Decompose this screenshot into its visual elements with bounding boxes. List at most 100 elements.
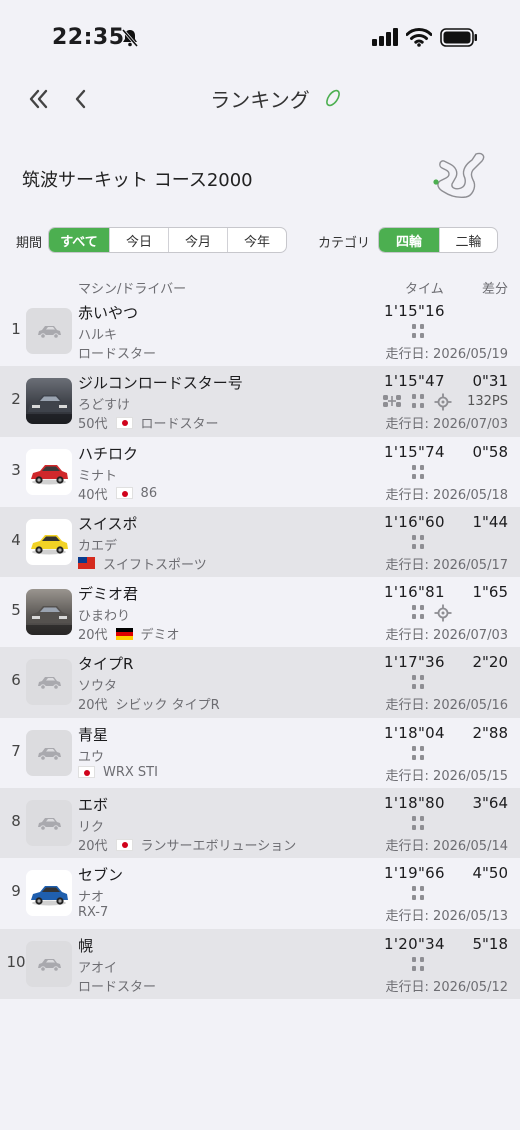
lap-time: 1'18"04 bbox=[384, 723, 445, 742]
machine-meta: 50代 ロードスター bbox=[78, 413, 219, 432]
driver-name: ナオ bbox=[78, 890, 105, 906]
car-model: ロードスター bbox=[140, 417, 219, 433]
car-thumbnail[interactable] bbox=[26, 308, 72, 354]
driver-name: アオイ bbox=[78, 960, 118, 976]
machine-name: ジルコンロードスター号 bbox=[78, 374, 243, 393]
leaf-icon bbox=[326, 89, 340, 107]
navigation-bar: ランキング bbox=[0, 70, 520, 130]
run-date: 走行日: 2026/05/19 bbox=[385, 347, 508, 362]
cellular-signal-icon bbox=[372, 28, 398, 46]
driver-name: ひまわり bbox=[78, 609, 131, 625]
car-thumbnail[interactable] bbox=[26, 800, 72, 847]
machine-meta: 40代 86 bbox=[78, 484, 157, 503]
machine-name: スイスポ bbox=[78, 514, 138, 533]
time-diff: 2"20 bbox=[472, 653, 508, 672]
driver-age: 20代 bbox=[78, 628, 108, 644]
car-model: ロードスター bbox=[78, 347, 157, 362]
spec-icons bbox=[380, 464, 460, 482]
time-diff: 0"31 bbox=[472, 372, 508, 391]
car-model: 86 bbox=[140, 485, 158, 501]
category-segmented-control: 四輪 二輪 bbox=[378, 227, 498, 253]
lap-time: 1'15"47 bbox=[384, 372, 445, 391]
car-thumbnail[interactable] bbox=[26, 589, 72, 636]
category-option-two-wheel[interactable]: 二輪 bbox=[439, 228, 497, 252]
time-diff: 4"50 bbox=[472, 864, 508, 883]
ranking-row[interactable]: 10 幌 アオイ ロードスター 1'20"34 5"18 走行日: 2026/0… bbox=[0, 928, 520, 999]
ranking-row[interactable]: 4 スイスポ カエデ スイフトスポーツ 1'16"60 1"44 走行日: 20… bbox=[0, 506, 520, 578]
driver-name: ハルキ bbox=[78, 328, 118, 343]
machine-meta: WRX STI bbox=[78, 765, 158, 780]
ranking-row[interactable]: 6 タイプR ソウタ 20代 シビック タイプR 1'17"36 2"20 走行… bbox=[0, 647, 520, 718]
time-diff: 2"88 bbox=[472, 723, 508, 742]
category-label: カテゴリ bbox=[318, 236, 371, 251]
car-thumbnail[interactable] bbox=[26, 870, 72, 917]
driver-age: 40代 bbox=[78, 487, 108, 503]
battery-icon bbox=[440, 28, 477, 47]
header-time: タイム bbox=[405, 282, 444, 297]
spec-icons bbox=[380, 885, 460, 903]
car-thumbnail[interactable] bbox=[26, 448, 72, 495]
car-model: シビック タイプR bbox=[115, 698, 220, 714]
lap-time: 1'19"66 bbox=[384, 864, 445, 883]
spec-icons bbox=[380, 534, 460, 552]
car-model: ランサーエボリューション bbox=[140, 839, 297, 855]
machine-meta: スイフトスポーツ bbox=[78, 554, 207, 573]
period-label: 期間 bbox=[16, 236, 43, 251]
course-map-icon bbox=[433, 152, 485, 198]
run-date: 走行日: 2026/05/13 bbox=[385, 909, 508, 925]
spec-icons bbox=[380, 323, 460, 341]
period-option-all[interactable]: すべて bbox=[49, 228, 109, 252]
spec-icons bbox=[380, 674, 460, 692]
flag-jp-icon bbox=[115, 487, 133, 500]
run-date: 走行日: 2026/05/14 bbox=[385, 839, 508, 855]
lap-time: 1'15"16 bbox=[384, 302, 445, 320]
spec-icons bbox=[380, 745, 460, 763]
driver-name: カエデ bbox=[78, 538, 118, 554]
run-date: 走行日: 2026/05/16 bbox=[385, 698, 508, 714]
car-thumbnail[interactable] bbox=[26, 378, 72, 425]
status-bar: 22:35 bbox=[0, 0, 520, 70]
flag-jp-icon bbox=[78, 766, 95, 779]
ranking-row[interactable]: 3 ハチロク ミナト 40代 86 1'15"74 0"58 走行日: 2026… bbox=[0, 437, 520, 507]
ranking-row[interactable]: 2 ジルコンロードスター号 ろどすけ 50代 ロードスター 1'15"47 0"… bbox=[0, 366, 520, 437]
ranking-row[interactable]: 5 デミオ君 ひまわり 20代 デミオ 1'16"81 1"65 走行日: 20… bbox=[0, 577, 520, 647]
wifi-icon bbox=[406, 28, 432, 47]
spec-icons bbox=[380, 956, 460, 974]
time-diff: 1"44 bbox=[472, 512, 508, 531]
machine-meta: ロードスター bbox=[78, 976, 156, 995]
driver-name: ユウ bbox=[78, 749, 105, 765]
machine-name: エボ bbox=[78, 796, 109, 815]
run-date: 走行日: 2026/05/17 bbox=[385, 557, 508, 573]
ranking-row[interactable]: 1 赤いやつ ハルキ ロードスター 1'15"16 走行日: 2026/05/1… bbox=[0, 296, 520, 366]
header-diff: 差分 bbox=[481, 282, 508, 297]
ranking-row[interactable]: 7 青星 ユウ WRX STI 1'18"04 2"88 走行日: 2026/0… bbox=[0, 718, 520, 788]
ranking-row[interactable]: 9 セブン ナオ RX-7 1'19"66 4"50 走行日: 2026/05/… bbox=[0, 858, 520, 928]
ranking-list: 1 赤いやつ ハルキ ロードスター 1'15"16 走行日: 2026/05/1… bbox=[0, 296, 520, 999]
time-diff: 1"65 bbox=[472, 583, 508, 602]
car-thumbnail[interactable] bbox=[26, 518, 72, 565]
run-date: 走行日: 2026/07/03 bbox=[385, 628, 508, 644]
car-thumbnail[interactable] bbox=[26, 729, 72, 776]
run-date: 走行日: 2026/05/12 bbox=[385, 979, 508, 995]
spec-icons bbox=[380, 815, 460, 833]
spec-icons bbox=[380, 604, 460, 622]
run-date: 走行日: 2026/05/15 bbox=[385, 768, 508, 784]
period-option-month[interactable]: 今月 bbox=[168, 228, 227, 252]
period-option-year[interactable]: 今年 bbox=[227, 228, 286, 252]
ranking-row[interactable]: 8 エボ リク 20代 ランサーエボリューション 1'18"80 3"64 走行… bbox=[0, 788, 520, 859]
category-option-four-wheel[interactable]: 四輪 bbox=[379, 228, 439, 252]
car-thumbnail[interactable] bbox=[26, 940, 72, 987]
time-diff: 5"18 bbox=[472, 934, 508, 953]
lap-time: 1'20"34 bbox=[384, 934, 445, 953]
machine-meta: 20代 デミオ bbox=[78, 624, 180, 643]
driver-name: リク bbox=[78, 820, 105, 836]
machine-meta: ロードスター bbox=[78, 343, 156, 362]
machine-name: セブン bbox=[78, 866, 124, 885]
period-option-today[interactable]: 今日 bbox=[109, 228, 168, 252]
car-thumbnail[interactable] bbox=[26, 659, 72, 706]
car-model: ロードスター bbox=[78, 979, 157, 995]
course-name: 筑波サーキット コース2000 bbox=[22, 170, 253, 191]
spec-icons bbox=[380, 393, 460, 411]
car-model: WRX STI bbox=[103, 764, 158, 780]
silent-bell-icon bbox=[121, 29, 139, 47]
